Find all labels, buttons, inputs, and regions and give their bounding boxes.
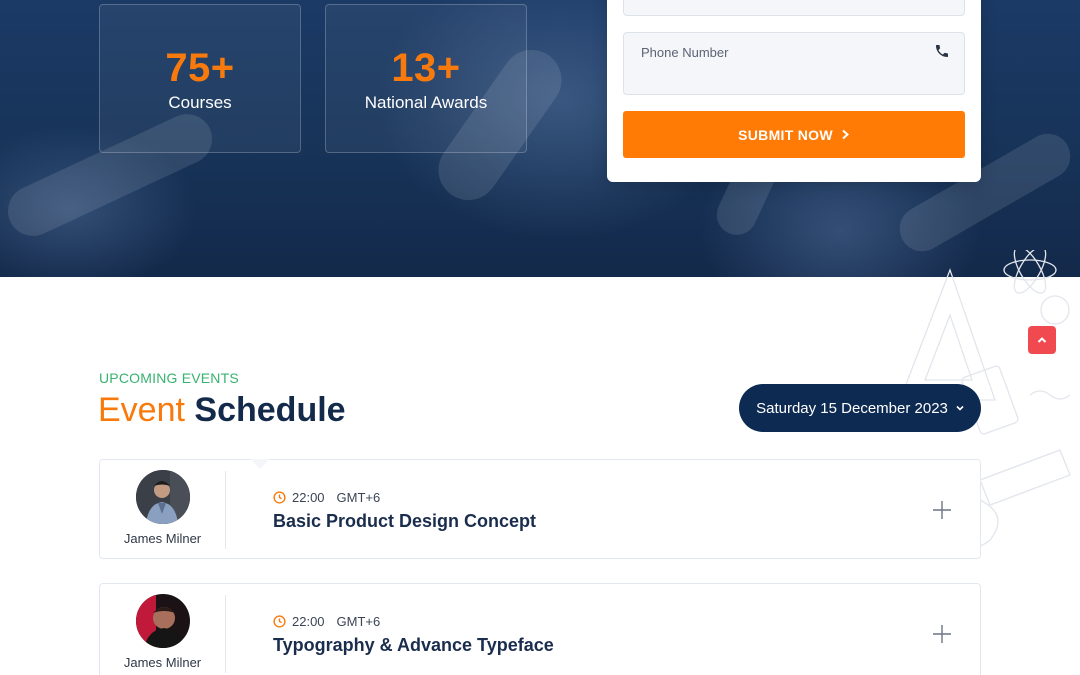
enquiry-form: Phone Number SUBMIT NOW [607,0,981,182]
submit-now-button[interactable]: SUBMIT NOW [623,111,965,158]
speaker-avatar [136,594,190,648]
stat-value: 13+ [391,46,461,90]
section-title-part1: Event [98,391,185,429]
divider [225,595,226,673]
event-meta: 22:00 GMT+6 [273,490,380,505]
phone-icon [936,45,948,57]
speaker-name: James Milner [123,655,202,670]
divider [225,471,226,549]
selected-date: Saturday 15 December 2023 [756,399,948,417]
event-title: Typography & Advance Typeface [273,635,554,655]
speaker-avatar [136,470,190,524]
chevron-right-icon [842,129,849,140]
plus-icon[interactable] [932,624,952,644]
chevron-up-icon [1037,337,1047,343]
event-time: 22:00 [292,614,325,629]
event-timezone: GMT+6 [336,614,381,629]
submit-button-label: SUBMIT NOW [738,126,833,143]
speaker-name: James Milner [123,531,202,546]
section-title-part2: Schedule [194,391,346,429]
stat-label: Courses [168,93,232,112]
clock-icon [273,615,286,628]
plus-icon[interactable] [932,500,952,520]
section-kicker: UPCOMING EVENTS [99,370,239,386]
chevron-down-icon [956,405,964,411]
event-time: 22:00 [292,490,325,505]
clock-icon [273,491,286,504]
phone-number-field[interactable]: Phone Number [623,32,965,95]
form-field-previous[interactable] [623,0,965,16]
event-meta: 22:00 GMT+6 [273,614,380,629]
stat-card-awards: 13+ National Awards [325,4,527,153]
event-item[interactable]: James Milner 22:00 GMT+6 Typography & Ad… [99,583,981,675]
event-title: Basic Product Design Concept [273,511,537,531]
date-selector-dropdown[interactable]: Saturday 15 December 2023 [739,384,981,432]
stat-card-courses: 75+ Courses [99,4,301,153]
phone-number-placeholder: Phone Number [641,45,729,60]
section-title: Event Schedule [98,389,346,431]
card-notch [250,459,270,469]
stat-value: 75+ [165,46,235,90]
event-timezone: GMT+6 [336,490,381,505]
scroll-to-top-button[interactable] [1028,326,1056,354]
event-item[interactable]: James Milner 22:00 GMT+6 Basic Product D… [99,459,981,559]
stat-label: National Awards [364,93,488,112]
